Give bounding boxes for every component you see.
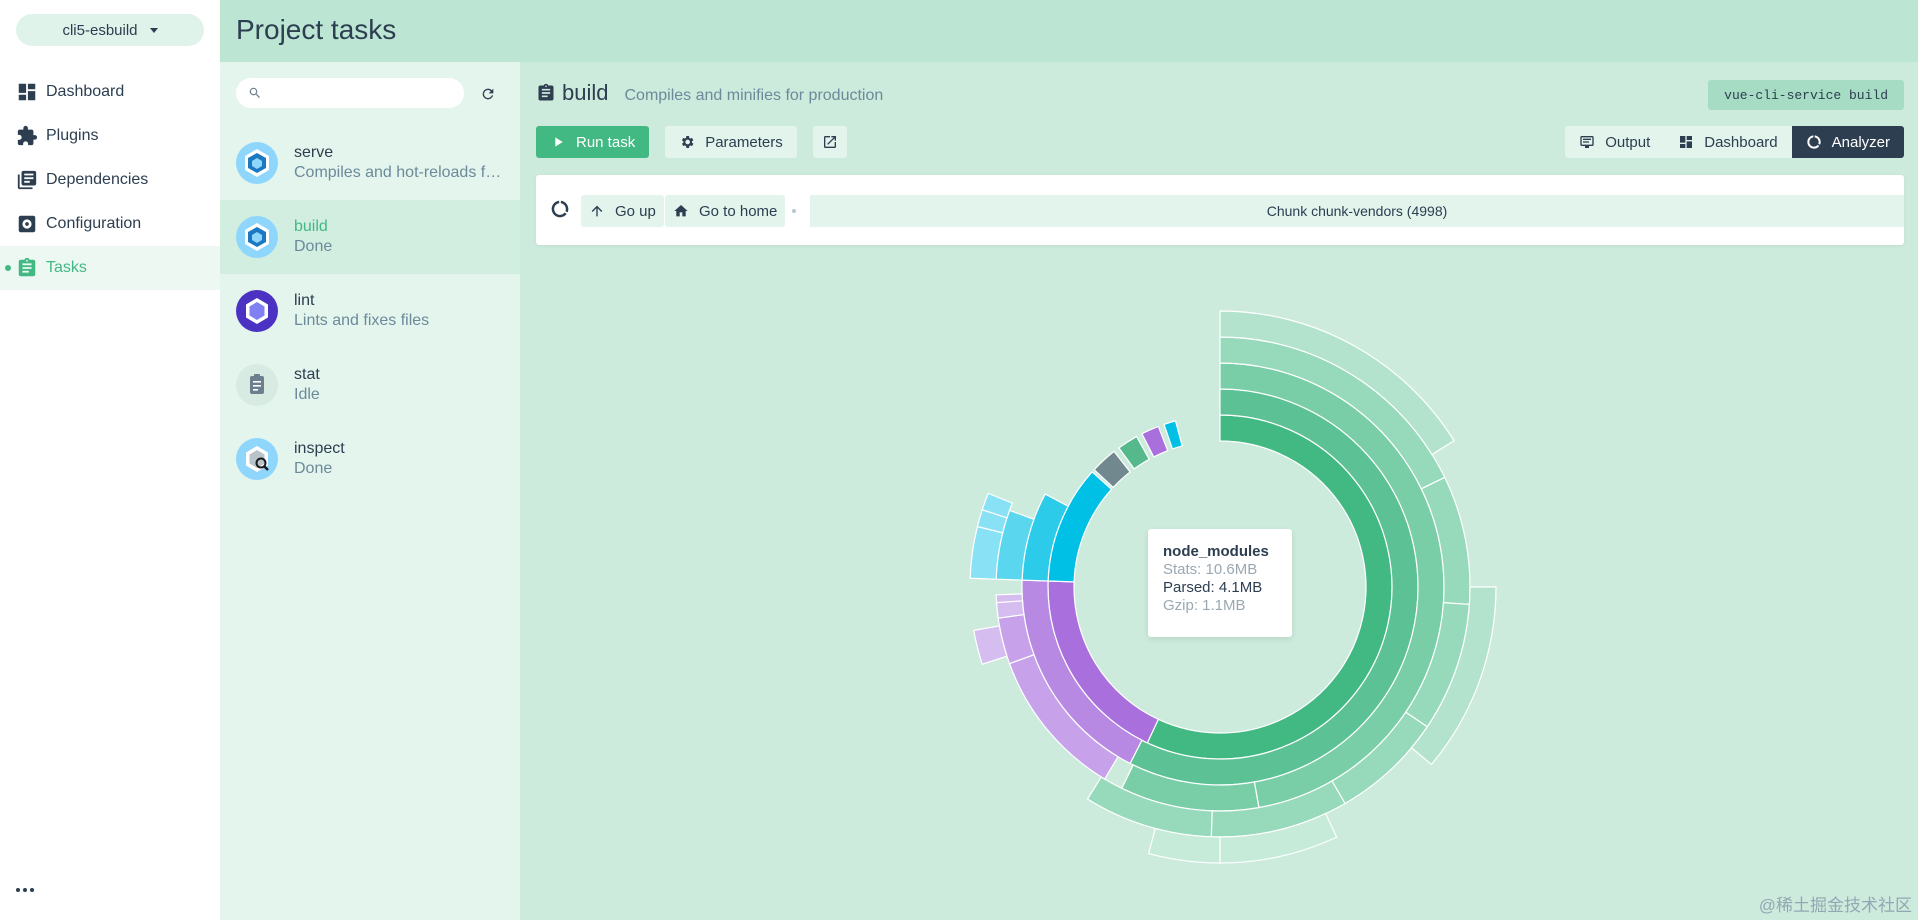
- tooltip-title: node_modules: [1163, 543, 1269, 560]
- tab-label: Output: [1605, 133, 1651, 151]
- arrow-up-icon: [591, 205, 603, 217]
- task-toolbar: Run task Parameters: [536, 126, 847, 158]
- page-title: Project tasks: [236, 14, 397, 45]
- caret-down-icon: [149, 27, 158, 33]
- library-icon: [16, 169, 38, 191]
- task-item-build[interactable]: build Done: [220, 200, 520, 274]
- tooltip-stats: Stats: 10.6MB: [1163, 561, 1258, 578]
- task-desc: Done: [294, 238, 333, 255]
- chunk-breadcrumb[interactable]: Chunk chunk-vendors (4998): [810, 195, 1904, 227]
- puzzle-icon: [16, 125, 38, 147]
- active-indicator: [5, 265, 11, 271]
- search-icon: [249, 87, 260, 98]
- task-content: build Compiles and minifies for producti…: [520, 62, 1918, 920]
- sidebar-item-label: Configuration: [46, 215, 142, 232]
- tab-output[interactable]: Output: [1565, 126, 1665, 158]
- more-icon[interactable]: [16, 880, 40, 900]
- search-box[interactable]: [236, 78, 464, 108]
- task-name: serve: [294, 144, 334, 161]
- tab-dashboard[interactable]: Dashboard: [1664, 126, 1792, 158]
- sidebar-item-tasks[interactable]: Tasks: [0, 246, 220, 290]
- run-task-button[interactable]: Run task: [536, 126, 650, 158]
- task-item-stat[interactable]: stat Idle: [220, 348, 520, 422]
- sidebar-item-configuration[interactable]: Configuration: [0, 202, 220, 246]
- search-input[interactable]: [268, 80, 458, 106]
- task-desc: Lints and fixes files: [294, 312, 430, 329]
- task-name: stat: [294, 366, 320, 383]
- donut-icon: [551, 200, 569, 218]
- play-icon: [555, 137, 563, 147]
- analyzer-toolbar: Go up Go to home Chunk chunk-vendors (49…: [536, 175, 1904, 245]
- sidebar-item-dashboard[interactable]: Dashboard: [0, 70, 220, 114]
- view-tabs: Output Dashboard Analyzer: [1565, 126, 1904, 158]
- clipboard-icon: [16, 257, 38, 279]
- task-desc: Done: [294, 460, 333, 477]
- task-item-inspect[interactable]: inspect Done: [220, 422, 520, 496]
- sidebar-item-label: Tasks: [46, 259, 87, 276]
- dashboard-icon: [1680, 136, 1693, 148]
- task-title: build: [562, 80, 609, 105]
- task-header: build Compiles and minifies for producti…: [536, 80, 883, 106]
- watermark: @稀土掘金技术社区: [1758, 896, 1912, 915]
- go-up-button[interactable]: Go up: [581, 195, 664, 227]
- top-header: Project tasks: [220, 0, 1918, 62]
- sunburst-segment[interactable]: [995, 600, 1025, 619]
- tab-label: Dashboard: [1704, 133, 1778, 151]
- sidebar-item-label: Dashboard: [46, 83, 125, 100]
- terminal-icon: [1580, 136, 1594, 148]
- task-item-lint[interactable]: lint Lints and fixes files: [220, 274, 520, 348]
- sidebar: cli5-esbuild Dashboard Plugins Dependenc…: [0, 0, 220, 920]
- sidebar-item-label: Plugins: [46, 127, 99, 144]
- sidebar-nav: Dashboard Plugins Dependencies Configura…: [0, 70, 220, 290]
- parameters-label: Parameters: [705, 133, 783, 151]
- sidebar-item-label: Dependencies: [46, 171, 149, 188]
- task-name: lint: [294, 292, 315, 309]
- command-badge: vue-cli-service build: [1708, 80, 1904, 110]
- inspect-icon: [236, 438, 278, 480]
- refresh-button[interactable]: [476, 82, 500, 106]
- go-home-label: Go to home: [699, 202, 778, 220]
- project-selector[interactable]: cli5-esbuild: [16, 14, 204, 46]
- chart-tooltip: node_modules Stats: 10.6MB Parsed: 4.1MB…: [1148, 529, 1292, 637]
- refresh-icon: [482, 88, 494, 100]
- webpack-icon: [236, 142, 278, 184]
- tab-label: Analyzer: [1831, 133, 1890, 151]
- clipboard-icon: [236, 364, 278, 406]
- tooltip-gzip: Gzip: 1.1MB: [1163, 597, 1246, 614]
- go-up-label: Go up: [615, 202, 656, 220]
- open-external-button[interactable]: [812, 126, 847, 158]
- open-in-new-icon: [823, 136, 836, 148]
- task-name: inspect: [294, 440, 345, 457]
- task-list-panel: serve Compiles and hot-reloads for devel…: [220, 62, 520, 920]
- sidebar-item-plugins[interactable]: Plugins: [0, 114, 220, 158]
- clipboard-icon: [536, 82, 556, 104]
- run-task-label: Run task: [576, 133, 636, 151]
- donut-icon: [1806, 135, 1821, 149]
- task-list: serve Compiles and hot-reloads for devel…: [220, 126, 520, 496]
- tooltip-parsed: Parsed: 4.1MB: [1163, 579, 1263, 596]
- eslint-icon: [236, 290, 278, 332]
- sidebar-item-dependencies[interactable]: Dependencies: [0, 158, 220, 202]
- breadcrumb-separator: [792, 209, 796, 213]
- task-desc: Compiles and hot-reloads for development: [294, 164, 504, 181]
- dashboard-icon: [16, 81, 38, 103]
- settings-icon: [16, 213, 38, 235]
- task-subtitle: Compiles and minifies for production: [624, 87, 884, 104]
- parameters-button[interactable]: Parameters: [665, 126, 797, 158]
- sunburst-segment[interactable]: [1163, 420, 1183, 450]
- gear-icon: [682, 136, 694, 148]
- sunburst-segment[interactable]: [995, 593, 1024, 604]
- tab-analyzer[interactable]: Analyzer: [1791, 126, 1904, 158]
- task-desc: Idle: [294, 386, 320, 403]
- task-name: build: [294, 218, 328, 235]
- project-name: cli5-esbuild: [62, 21, 138, 39]
- home-icon: [674, 205, 688, 217]
- webpack-icon: [236, 216, 278, 258]
- task-item-serve[interactable]: serve Compiles and hot-reloads for devel…: [220, 126, 520, 200]
- go-home-button[interactable]: Go to home: [665, 195, 786, 227]
- donut-toggle-button[interactable]: [550, 199, 570, 219]
